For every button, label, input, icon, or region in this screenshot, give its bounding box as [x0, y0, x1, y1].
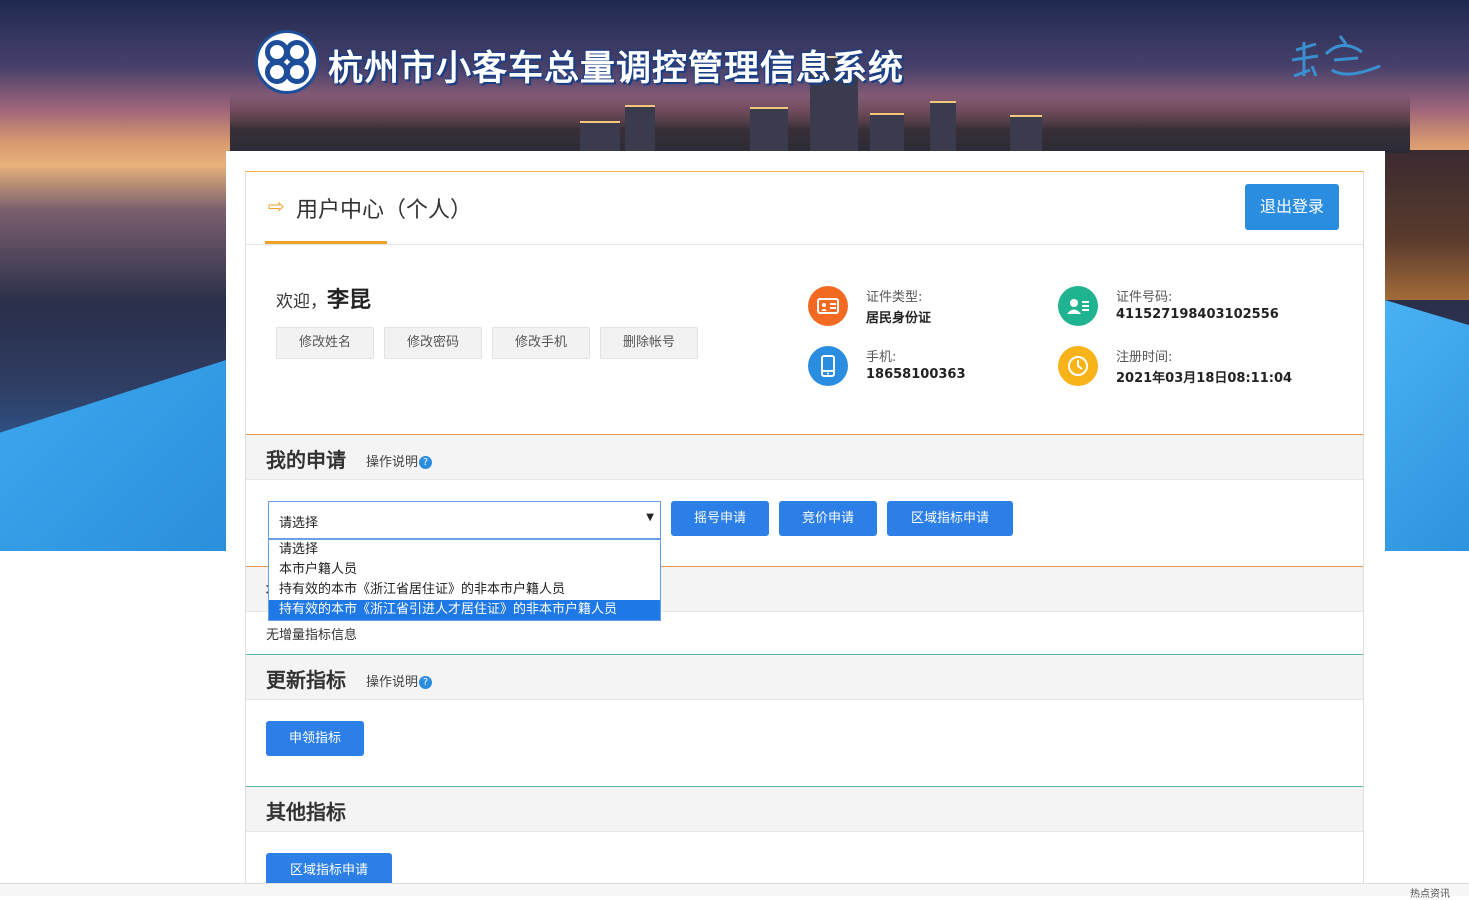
select-value: 请选择 — [279, 516, 319, 531]
arrow-right-icon: ⇨ — [268, 194, 285, 218]
banner-skyline — [230, 56, 1410, 153]
banner-city-right — [1385, 150, 1469, 300]
id-type-value: 居民身份证 — [866, 311, 932, 326]
clock-icon — [1058, 346, 1098, 386]
applicant-type-select[interactable]: 请选择 ▼ — [268, 501, 661, 539]
my-application-title: 我的申请 — [266, 448, 346, 472]
change-phone-button[interactable]: 修改手机 — [492, 327, 590, 359]
dropdown-option[interactable]: 本市户籍人员 — [269, 560, 660, 580]
bidding-apply-button[interactable]: 竞价申请 — [779, 501, 877, 536]
user-center-header: ⇨ 用户中心（个人） 退出登录 — [246, 172, 1363, 245]
dropdown-option-highlighted[interactable]: 持有效的本市《浙江省引进人才居住证》的非本市户籍人员 — [269, 600, 660, 620]
id-type-label: 证件类型: — [866, 290, 923, 305]
my-application-header: 我的申请 操作说明? — [246, 434, 1363, 480]
region-indicator-apply-button[interactable]: 区域指标申请 — [887, 501, 1013, 536]
change-password-button[interactable]: 修改密码 — [384, 327, 482, 359]
my-application-help[interactable]: 操作说明? — [366, 451, 433, 470]
caret-down-icon: ▼ — [646, 512, 654, 523]
lottery-apply-button[interactable]: 摇号申请 — [671, 501, 769, 536]
browser-status-bar — [0, 883, 1469, 896]
update-indicator-title: 更新指标 — [266, 668, 346, 692]
mobile-phone-icon — [808, 346, 848, 386]
dropdown-option[interactable]: 请选择 — [269, 540, 660, 560]
title-underline — [265, 241, 387, 244]
welcome-text: 欢迎，李昆 — [276, 282, 371, 314]
banner-blue-shape-right — [1385, 300, 1469, 551]
id-card-icon — [808, 286, 848, 326]
help-label[interactable]: 操作说明 — [366, 455, 418, 470]
phone-label: 手机: — [866, 350, 897, 365]
register-time-value: 2021年03月18日08:11:04 — [1116, 371, 1293, 386]
register-time-label: 注册时间: — [1116, 350, 1173, 365]
dropdown-option[interactable]: 持有效的本市《浙江省居住证》的非本市户籍人员 — [269, 580, 660, 600]
welcome-prefix: 欢迎， — [276, 292, 327, 312]
system-title: 杭州市小客车总量调控管理信息系统 — [328, 49, 905, 89]
page-title: 用户中心（个人） — [296, 198, 473, 223]
hangzhou-emblem-icon — [1291, 35, 1381, 78]
no-increment-text: 无增量指标信息 — [266, 628, 358, 643]
user-name: 李昆 — [327, 288, 372, 313]
delete-account-button[interactable]: 删除帐号 — [600, 327, 698, 359]
user-card-icon — [1058, 286, 1098, 326]
phone-value: 18658100363 — [866, 367, 966, 382]
help-question-icon[interactable]: ? — [419, 676, 433, 689]
help-label[interactable]: 操作说明 — [366, 675, 418, 690]
edit-name-button[interactable]: 修改姓名 — [276, 327, 374, 359]
system-logo-icon — [255, 30, 319, 94]
update-indicator-header: 更新指标 操作说明? — [246, 654, 1363, 700]
banner-blue-shape-left — [0, 360, 226, 551]
help-question-icon[interactable]: ? — [419, 456, 433, 469]
user-center-panel: ⇨ 用户中心（个人） 退出登录 欢迎，李昆 修改姓名 修改密码 修改手机 删除帐… — [245, 171, 1364, 895]
other-indicator-title: 其他指标 — [266, 800, 346, 824]
update-indicator-help[interactable]: 操作说明? — [366, 671, 433, 690]
applicant-type-dropdown[interactable]: 请选择 本市户籍人员 持有效的本市《浙江省居住证》的非本市户籍人员 持有效的本市… — [268, 539, 661, 621]
claim-indicator-button[interactable]: 申领指标 — [266, 721, 364, 756]
logout-button[interactable]: 退出登录 — [1245, 184, 1339, 230]
id-number-value: 411527198403102556 — [1116, 307, 1279, 322]
id-number-label: 证件号码: — [1116, 290, 1173, 305]
hot-news-link[interactable]: 热点资讯 — [1410, 885, 1450, 900]
other-indicator-header: 其他指标 — [246, 786, 1363, 832]
